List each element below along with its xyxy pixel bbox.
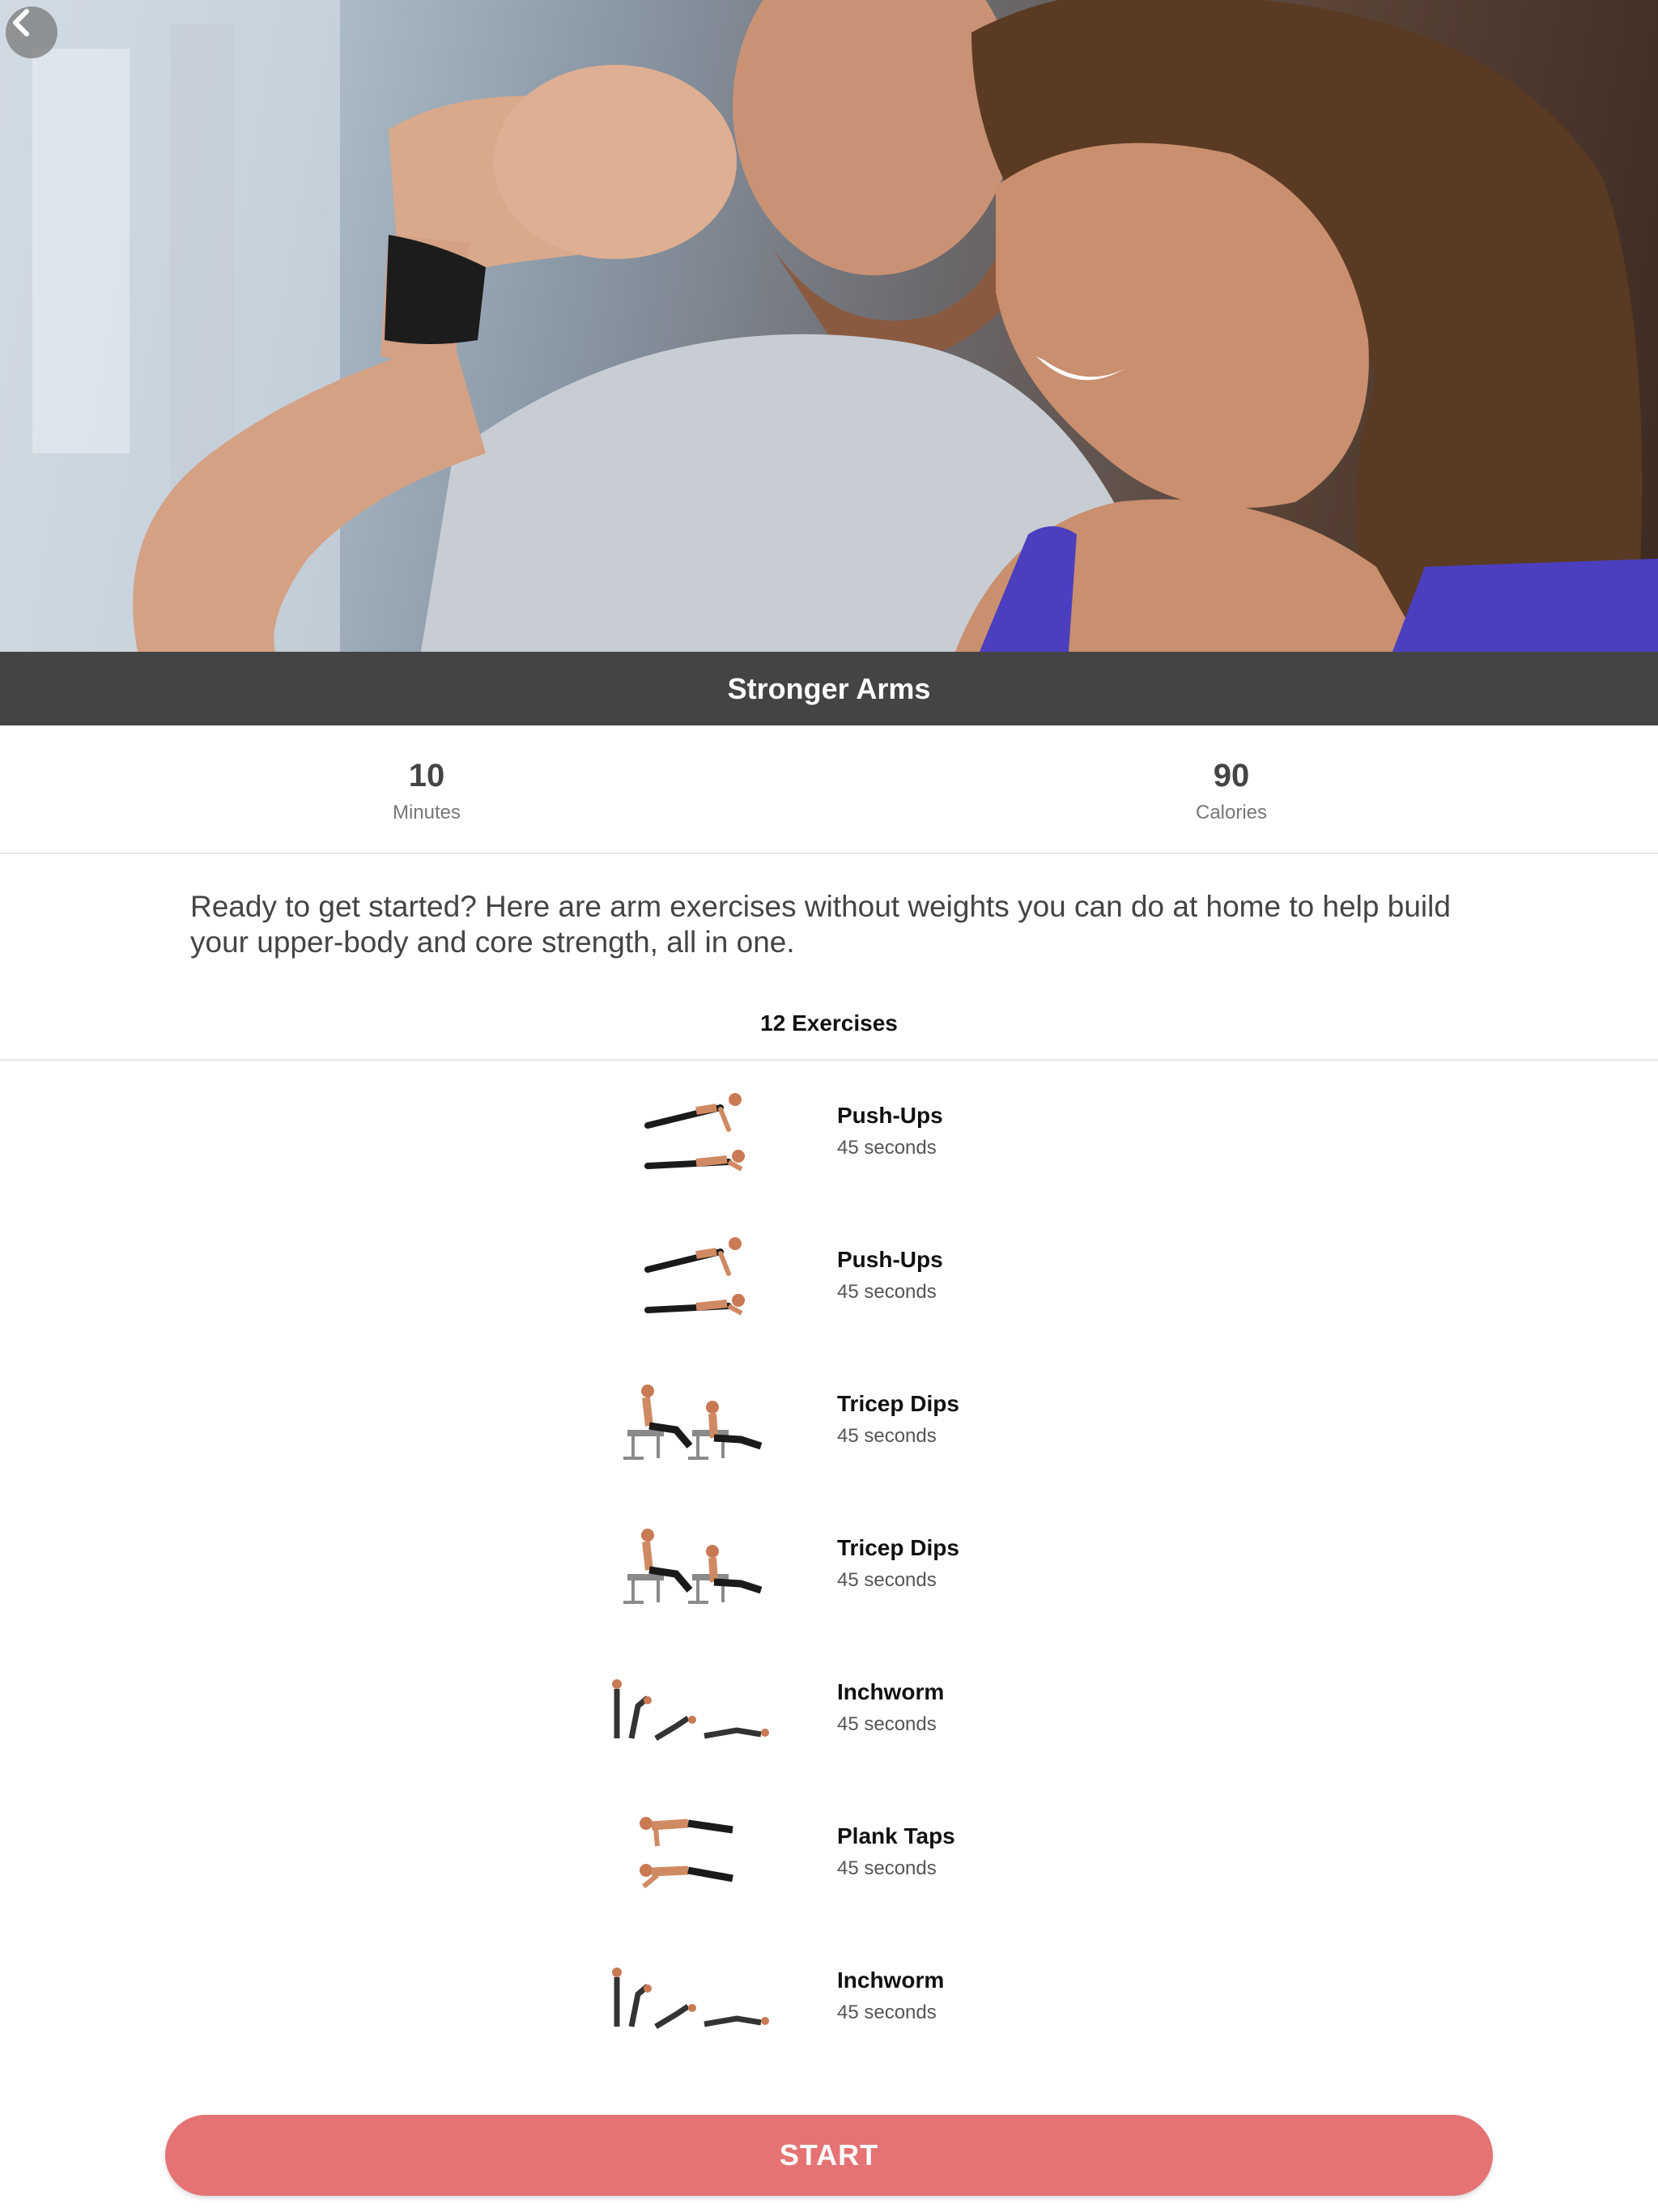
exercise-name: Push-Ups [837, 1247, 943, 1272]
plank-taps-illustration [640, 1817, 733, 1889]
stat-calories-label: Calories [1195, 802, 1268, 823]
hero-photo [0, 0, 1658, 652]
list-item[interactable]: Inchworm 45 seconds [599, 1950, 1085, 2063]
exercise-duration: 45 seconds [837, 1857, 937, 1879]
list-item[interactable]: Tricep Dips 45 seconds [599, 1373, 1085, 1487]
stat-minutes-label: Minutes [392, 802, 461, 823]
list-item[interactable]: Inchworm 45 seconds [599, 1661, 1085, 1775]
hero-image [0, 0, 1658, 652]
stat-calories-value: 90 [1213, 758, 1250, 793]
inchworm-illustration [612, 1679, 769, 1742]
exercise-name: Tricep Dips [837, 1535, 959, 1560]
exercise-duration: 45 seconds [837, 1281, 937, 1303]
list-item[interactable]: Push-Ups 45 seconds [599, 1085, 1085, 1198]
exercise-duration: 45 seconds [837, 1137, 937, 1159]
start-button[interactable]: START [165, 2115, 1493, 2196]
workout-description: Ready to get started? Here are arm exerc… [190, 890, 1451, 959]
exercise-duration: 45 seconds [837, 2001, 937, 2023]
list-item[interactable]: Tricep Dips 45 seconds [599, 1517, 1085, 1631]
chevron-left-icon [13, 9, 29, 36]
workout-title: Stronger Arms [727, 671, 931, 705]
exercise-count-label: 12 Exercises [760, 1010, 898, 1036]
stat-minutes-value: 10 [408, 758, 445, 793]
divider [0, 1059, 1658, 1061]
exercise-name: Push-Ups [837, 1103, 943, 1128]
exercise-name: Inchworm [837, 1967, 945, 1993]
list-item[interactable]: Push-Ups 45 seconds [599, 1229, 1085, 1342]
stat-minutes: 10 Minutes [265, 756, 589, 824]
workout-stats: 10 Minutes 90 Calories [0, 725, 1658, 854]
start-button-label: START [779, 2138, 879, 2172]
exercise-name: Tricep Dips [837, 1391, 959, 1416]
exercise-duration: 45 seconds [837, 1569, 937, 1591]
exercise-name: Inchworm [837, 1679, 945, 1704]
exercise-duration: 45 seconds [837, 1713, 937, 1735]
tricep-dips-illustration [623, 1529, 763, 1604]
stat-calories: 90 Calories [1069, 756, 1393, 824]
inchworm-illustration [612, 1967, 769, 2030]
list-item[interactable]: Plank Taps 45 seconds [599, 1806, 1085, 1919]
exercise-name: Plank Taps [837, 1823, 955, 1848]
exercise-duration: 45 seconds [837, 1425, 937, 1447]
push-ups-illustration [644, 1237, 745, 1316]
tricep-dips-illustration [623, 1385, 763, 1460]
push-ups-illustration [644, 1093, 745, 1172]
back-button[interactable] [6, 6, 57, 58]
workout-title-bar: Stronger Arms [0, 652, 1658, 725]
